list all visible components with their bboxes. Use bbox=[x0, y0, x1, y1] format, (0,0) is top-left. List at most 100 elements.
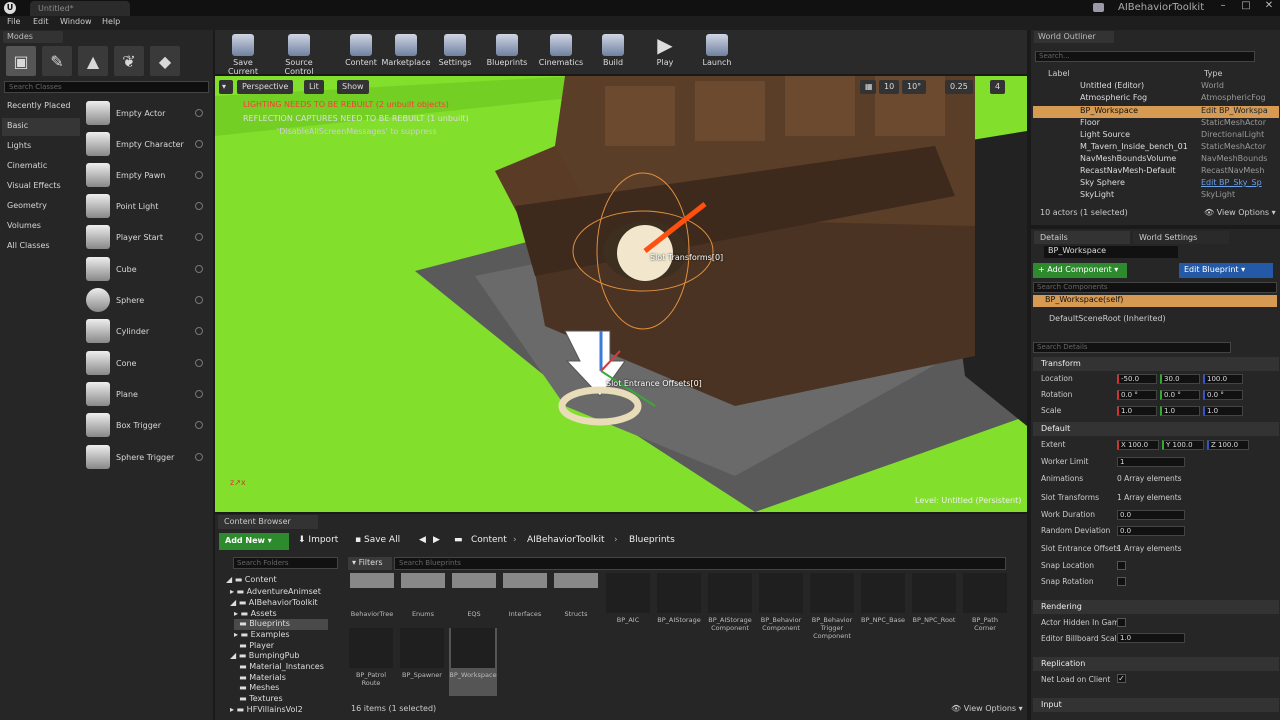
play-button[interactable]: ▶ Play bbox=[640, 31, 690, 73]
asset-tile[interactable]: BP_NPC_Base bbox=[859, 573, 907, 641]
help-icon[interactable] bbox=[195, 265, 203, 273]
snap-rotation-checkbox[interactable] bbox=[1117, 577, 1126, 586]
actor-name-field[interactable]: BP_Workspace bbox=[1044, 246, 1178, 258]
scale-z-field[interactable]: 1.0 bbox=[1203, 406, 1243, 416]
scale-y-field[interactable]: 1.0 bbox=[1160, 406, 1200, 416]
maximize-icon[interactable]: □ bbox=[1235, 0, 1257, 14]
place-item-plane[interactable]: Plane bbox=[82, 379, 209, 409]
outliner-row[interactable]: M_Tavern_Inside_bench_01 StaticMeshActor bbox=[1033, 142, 1279, 154]
rotation-x-field[interactable]: 0.0 ° bbox=[1117, 390, 1157, 400]
random-deviation-label[interactable]: Random Deviation bbox=[1041, 526, 1110, 535]
add-new-button[interactable]: Add New ▾ bbox=[219, 533, 289, 550]
perspective-button[interactable]: Perspective bbox=[237, 80, 294, 94]
tree-item[interactable]: ▬ Meshes bbox=[234, 683, 279, 694]
viewport-options-icon[interactable]: ▾ bbox=[219, 80, 233, 94]
billboard-scale-field[interactable]: 1.0 bbox=[1117, 633, 1185, 643]
import-button[interactable]: ⬇ Import bbox=[298, 535, 338, 545]
location-label[interactable]: Location bbox=[1041, 374, 1073, 383]
help-icon[interactable] bbox=[195, 390, 203, 398]
grid-snap-icon[interactable]: ▦ bbox=[860, 80, 876, 94]
menu-window[interactable]: Window bbox=[60, 17, 92, 26]
category-all-classes[interactable]: All Classes bbox=[2, 238, 80, 256]
help-icon[interactable] bbox=[195, 453, 203, 461]
folder-item[interactable]: Structs bbox=[552, 573, 600, 641]
help-icon[interactable] bbox=[195, 421, 203, 429]
breadcrumb-content[interactable]: Content bbox=[471, 535, 507, 545]
asset-tile[interactable]: BP_NPC_Root bbox=[910, 573, 958, 641]
place-item-player-start[interactable]: Player Start bbox=[82, 222, 209, 252]
scale-label[interactable]: Scale bbox=[1041, 406, 1061, 415]
tree-item[interactable]: ◢ ▬ Content bbox=[226, 575, 277, 586]
folder-item[interactable]: Interfaces bbox=[501, 573, 549, 641]
geometry-mode-icon[interactable]: ◆ bbox=[150, 46, 180, 76]
tree-item[interactable]: ▸ ▬ HFVillainsVol2 bbox=[230, 705, 303, 716]
landscape-mode-icon[interactable]: ▲ bbox=[78, 46, 108, 76]
menu-file[interactable]: File bbox=[7, 17, 20, 26]
show-button[interactable]: Show bbox=[337, 80, 369, 94]
place-item-sphere-trigger[interactable]: Sphere Trigger bbox=[82, 442, 209, 472]
class-search-input[interactable]: Search Classes bbox=[4, 81, 209, 93]
asset-tile[interactable]: BP_AIStorage bbox=[655, 573, 703, 641]
view-options-button[interactable]: 👁 View Options ▾ bbox=[951, 704, 1023, 713]
forward-arrow-icon[interactable]: ▶ bbox=[433, 535, 440, 545]
save-all-button[interactable]: ▪ Save All bbox=[355, 535, 400, 545]
outliner-view-options[interactable]: 👁 View Options ▾ bbox=[1204, 208, 1276, 217]
outliner-row[interactable]: Floor StaticMeshActor bbox=[1033, 118, 1279, 130]
outliner-row[interactable]: Sky Sphere Edit BP_Sky_Sp bbox=[1033, 178, 1279, 190]
slot-entrance-prop-label[interactable]: Slot Entrance Offsets bbox=[1041, 544, 1120, 553]
asset-tile[interactable]: BP_Patrol Route bbox=[347, 628, 395, 696]
work-duration-label[interactable]: Work Duration bbox=[1041, 510, 1095, 519]
place-item-empty-character[interactable]: Empty Character bbox=[82, 129, 209, 159]
outliner-row[interactable]: Untitled (Editor) World bbox=[1033, 81, 1279, 93]
help-icon[interactable] bbox=[195, 233, 203, 241]
location-x-field[interactable]: -50.0 bbox=[1117, 374, 1157, 384]
tree-item[interactable]: ▬ Blueprints bbox=[234, 619, 328, 630]
component-self-row[interactable]: BP_Workspace(self) bbox=[1033, 295, 1277, 307]
animations-label[interactable]: Animations bbox=[1041, 474, 1083, 483]
tree-item[interactable]: ▬ Material_Instances bbox=[234, 662, 324, 673]
extent-y-field[interactable]: Y 100.0 bbox=[1162, 440, 1204, 450]
net-load-checkbox[interactable]: ✓ bbox=[1117, 674, 1126, 683]
place-item-cylinder[interactable]: Cylinder bbox=[82, 316, 209, 346]
tree-item[interactable]: ◢ ▬ AIBehaviorToolkit bbox=[230, 598, 318, 609]
category-cinematic[interactable]: Cinematic bbox=[2, 158, 80, 176]
extent-z-field[interactable]: Z 100.0 bbox=[1207, 440, 1249, 450]
help-icon[interactable] bbox=[195, 140, 203, 148]
help-icon[interactable] bbox=[195, 296, 203, 304]
default-scene-root-row[interactable]: DefaultSceneRoot (Inherited) bbox=[1049, 314, 1166, 323]
tree-item[interactable]: ▸ ▬ AdventureAnimset bbox=[230, 587, 321, 598]
help-icon[interactable] bbox=[195, 171, 203, 179]
scale-x-field[interactable]: 1.0 bbox=[1117, 406, 1157, 416]
save-current-button[interactable]: Save Current bbox=[218, 31, 268, 76]
actor-hidden-checkbox[interactable] bbox=[1117, 618, 1126, 627]
blueprints-button[interactable]: Blueprints bbox=[482, 31, 532, 73]
place-item-box-trigger[interactable]: Box Trigger bbox=[82, 410, 209, 440]
billboard-scale-label[interactable]: Editor Billboard Scale bbox=[1041, 634, 1121, 643]
back-arrow-icon[interactable]: ◀ bbox=[419, 535, 426, 545]
asset-tile[interactable]: BP_AIStorage Component bbox=[706, 573, 754, 641]
outliner-row[interactable]: RecastNavMesh-Default RecastNavMesh bbox=[1033, 166, 1279, 178]
place-item-point-light[interactable]: Point Light bbox=[82, 191, 209, 221]
work-duration-field[interactable]: 0.0 bbox=[1117, 510, 1185, 520]
asset-tile[interactable]: BP_Behavior Trigger Component bbox=[808, 573, 856, 641]
place-item-cube[interactable]: Cube bbox=[82, 254, 209, 284]
tree-item[interactable]: ◢ ▬ BumpingPub bbox=[230, 651, 299, 662]
tree-item[interactable]: ▸ ▬ Examples bbox=[234, 630, 290, 641]
add-component-button[interactable]: + Add Component ▾ bbox=[1033, 263, 1127, 278]
place-item-empty-pawn[interactable]: Empty Pawn bbox=[82, 160, 209, 190]
world-settings-tab[interactable]: World Settings bbox=[1133, 231, 1229, 244]
tree-item[interactable]: ▬ Textures bbox=[234, 694, 283, 705]
asset-tile[interactable]: BP_Spawner bbox=[398, 628, 446, 696]
help-icon[interactable] bbox=[195, 109, 203, 117]
asset-tile[interactable]: BP_Path Corner bbox=[961, 573, 1009, 641]
category-basic[interactable]: Basic bbox=[2, 118, 80, 136]
details-search-input[interactable]: Search Details bbox=[1033, 342, 1231, 353]
input-section[interactable]: Input bbox=[1033, 698, 1279, 712]
place-item-sphere[interactable]: Sphere bbox=[82, 285, 209, 315]
slot-transforms-prop-label[interactable]: Slot Transforms bbox=[1041, 493, 1099, 502]
outliner-row[interactable]: NavMeshBoundsVolume NavMeshBounds bbox=[1033, 154, 1279, 166]
col-type-header[interactable]: Type bbox=[1204, 69, 1222, 78]
col-label-header[interactable]: Label bbox=[1048, 69, 1070, 78]
blueprint-search-input[interactable]: Search Blueprints bbox=[394, 557, 1006, 570]
folder-search-input[interactable]: Search Folders bbox=[233, 557, 338, 569]
